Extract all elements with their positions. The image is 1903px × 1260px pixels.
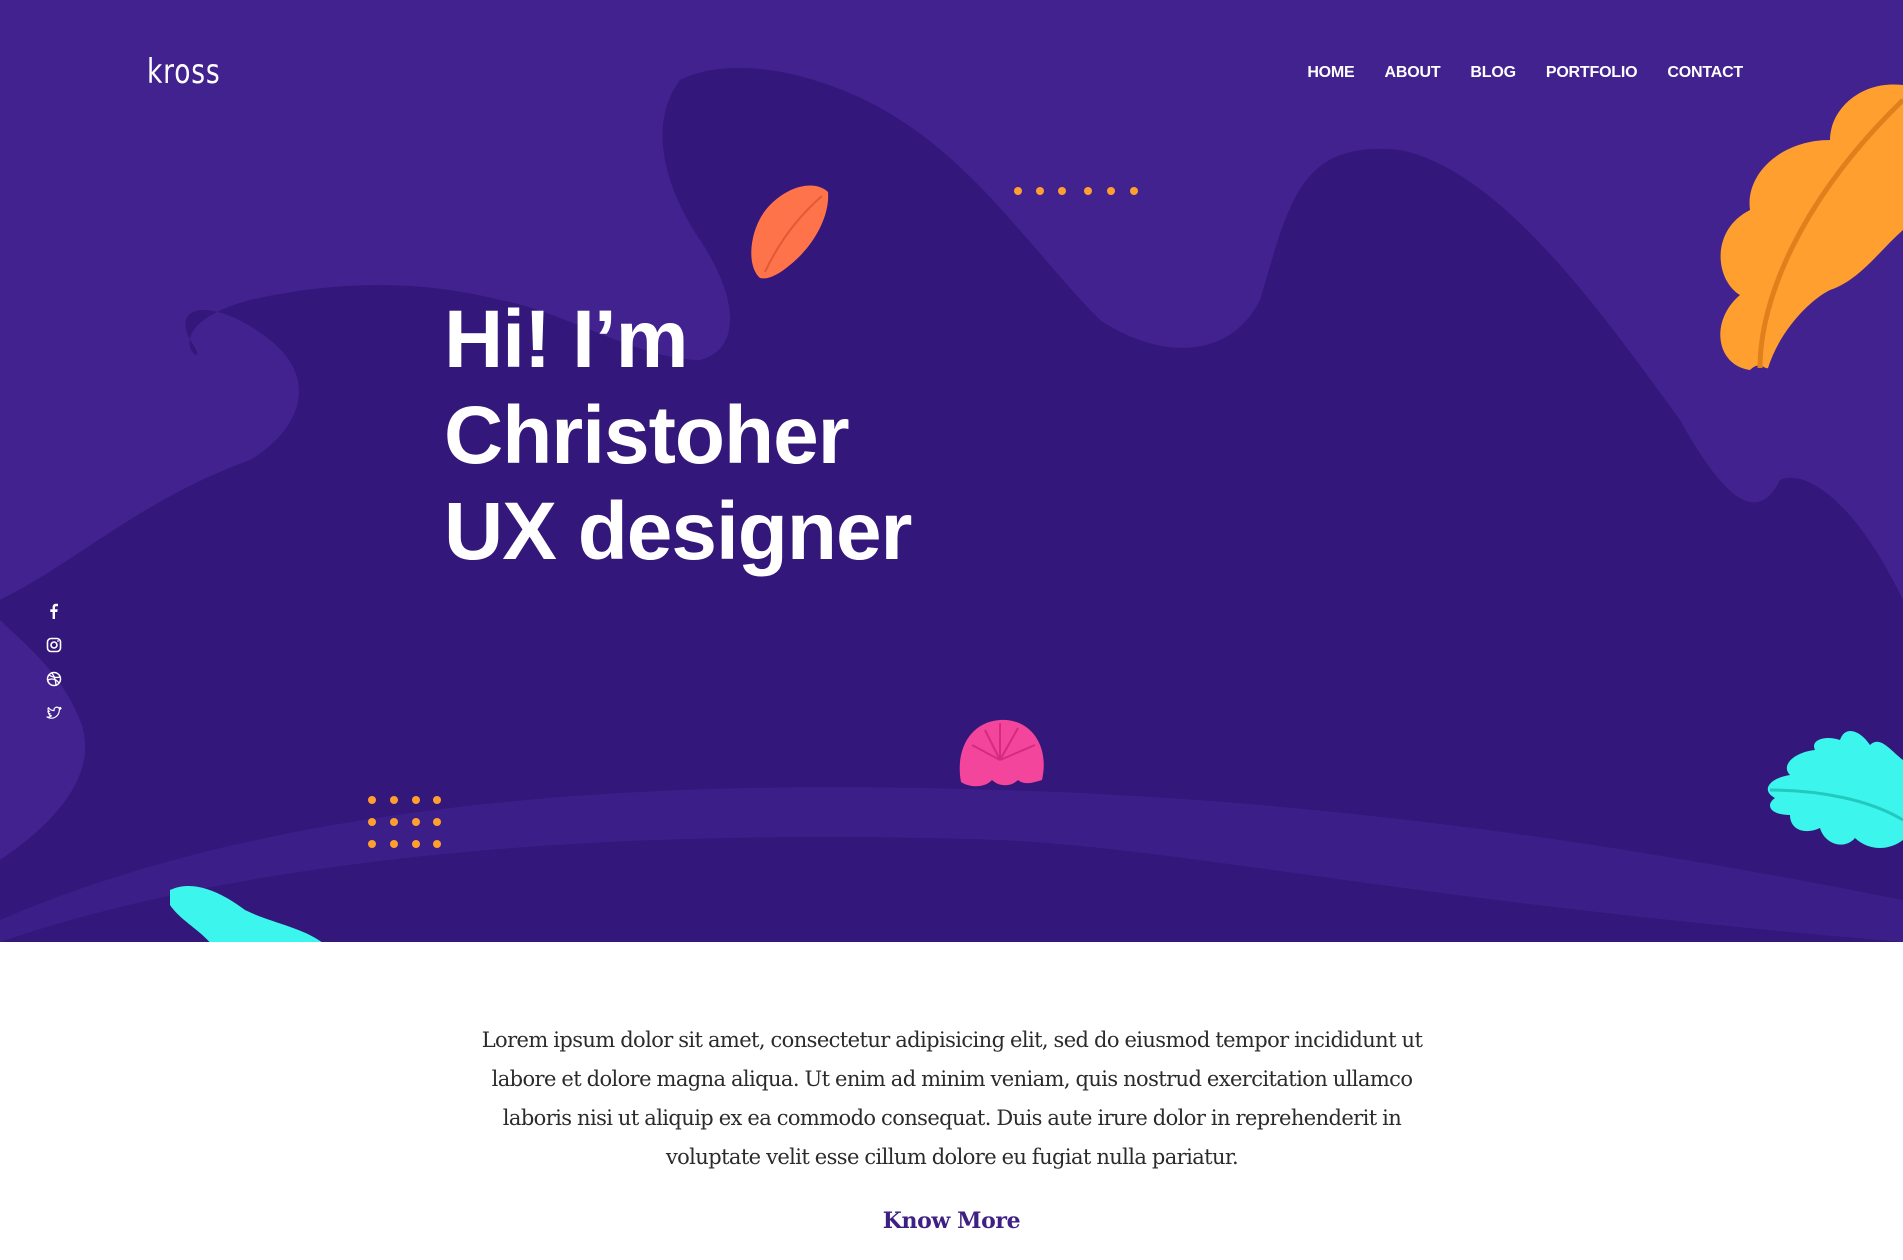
orange-leaf-illustration — [1720, 84, 1903, 370]
dot-pattern-row — [1014, 187, 1138, 195]
hero-title-line-3: UX designer — [444, 486, 912, 577]
logo[interactable]: kross — [147, 52, 220, 92]
hero-section: kross HOME ABOUT BLOG PORTFOLIO CONTACT … — [0, 0, 1903, 942]
facebook-icon[interactable] — [46, 603, 64, 619]
nav-item-home[interactable]: HOME — [1307, 64, 1354, 82]
dribbble-icon[interactable] — [46, 671, 64, 687]
hero-title-line-1: Hi! I’m — [444, 294, 689, 385]
social-links — [46, 603, 64, 721]
main-nav: HOME ABOUT BLOG PORTFOLIO CONTACT — [1307, 64, 1743, 82]
hero-title-line-2: Christoher — [444, 390, 850, 481]
nav-item-portfolio[interactable]: PORTFOLIO — [1546, 64, 1638, 82]
nav-item-blog[interactable]: BLOG — [1470, 64, 1516, 82]
twitter-icon[interactable] — [46, 705, 64, 721]
know-more-link[interactable]: Know More — [0, 1208, 1903, 1234]
instagram-icon[interactable] — [46, 637, 64, 653]
nav-item-about[interactable]: ABOUT — [1385, 64, 1441, 82]
hero-background-shapes — [0, 67, 1903, 942]
nav-item-contact[interactable]: CONTACT — [1667, 64, 1743, 82]
intro-paragraph: Lorem ipsum dolor sit amet, consectetur … — [481, 1028, 1423, 1169]
hero-title: Hi! I’m Christoher UX designer — [444, 292, 912, 580]
